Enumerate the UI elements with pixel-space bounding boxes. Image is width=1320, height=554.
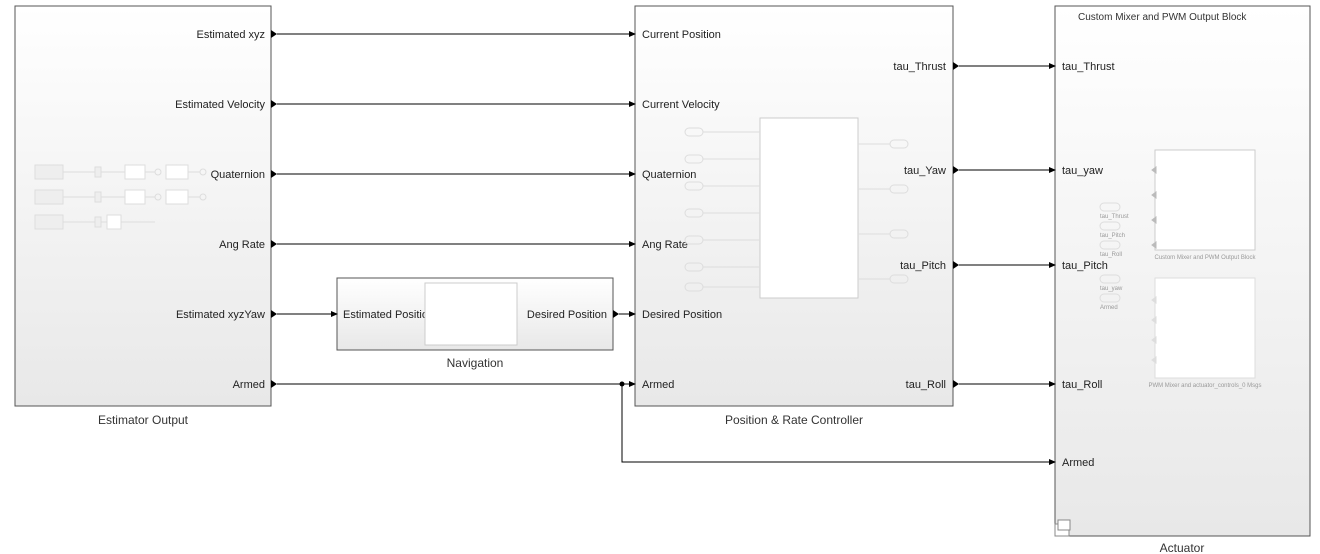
port-armed-in: Armed: [642, 379, 674, 391]
svg-text:Armed: Armed: [1100, 305, 1118, 311]
port-tau-yaw: tau_Yaw: [904, 165, 946, 177]
port-in-roll: tau_Roll: [1062, 379, 1102, 391]
port-despos: Desired Position: [642, 309, 722, 321]
svg-text:tau_Roll: tau_Roll: [1100, 252, 1122, 258]
port-nav-out: Desired Position: [527, 309, 607, 321]
block-controller[interactable]: Position & Rate Controller Current Posit…: [635, 6, 959, 427]
port-quat-in: Quaternion: [642, 169, 696, 181]
simulink-diagram[interactable]: Estimator Output Estimated xyz Estimated…: [0, 0, 1320, 554]
port-curpos: Current Position: [642, 29, 721, 41]
port-estimated-vel: Estimated Velocity: [175, 99, 265, 111]
port-estimated-xyz: Estimated xyz: [197, 29, 265, 41]
port-armed: Armed: [233, 379, 265, 391]
port-in-yaw: tau_yaw: [1062, 165, 1103, 177]
port-estimated-yaw: Estimated xyzYaw: [176, 309, 265, 321]
svg-text:tau_Pitch: tau_Pitch: [1100, 233, 1125, 239]
estimator-label: Estimator Output: [98, 413, 189, 427]
navigation-label: Navigation: [447, 356, 504, 370]
svg-text:PWM Mixer and actuator_control: PWM Mixer and actuator_controls_0 Msgs: [1148, 383, 1261, 389]
port-in-armed: Armed: [1062, 457, 1094, 469]
svg-text:tau_Thrust: tau_Thrust: [1100, 214, 1129, 220]
port-in-thrust: tau_Thrust: [1062, 61, 1115, 73]
port-curvel: Current Velocity: [642, 99, 720, 111]
port-ang-in: Ang Rate: [642, 239, 688, 251]
navigation-inner: [425, 283, 517, 345]
block-estimator-output[interactable]: Estimator Output Estimated xyz Estimated…: [15, 6, 277, 427]
actuator-label: Actuator: [1160, 541, 1205, 554]
port-quaternion: Quaternion: [211, 169, 265, 181]
port-ang-rate: Ang Rate: [219, 239, 265, 251]
controller-label: Position & Rate Controller: [725, 413, 863, 427]
svg-text:tau_yaw: tau_yaw: [1100, 286, 1123, 292]
block-navigation[interactable]: Navigation Estimated Position & Yaw Desi…: [337, 278, 619, 370]
port-tau-pitch: tau_Pitch: [900, 260, 946, 272]
port-tau-thrust: tau_Thrust: [893, 61, 946, 73]
block-actuator[interactable]: Actuator Custom Mixer and PWM Output Blo…: [1055, 6, 1310, 554]
port-in-pitch: tau_Pitch: [1062, 260, 1108, 272]
actuator-title: Custom Mixer and PWM Output Block: [1078, 12, 1247, 23]
svg-text:Custom Mixer and PWM Output Bl: Custom Mixer and PWM Output Block: [1154, 255, 1256, 261]
port-tau-roll: tau_Roll: [906, 379, 946, 391]
